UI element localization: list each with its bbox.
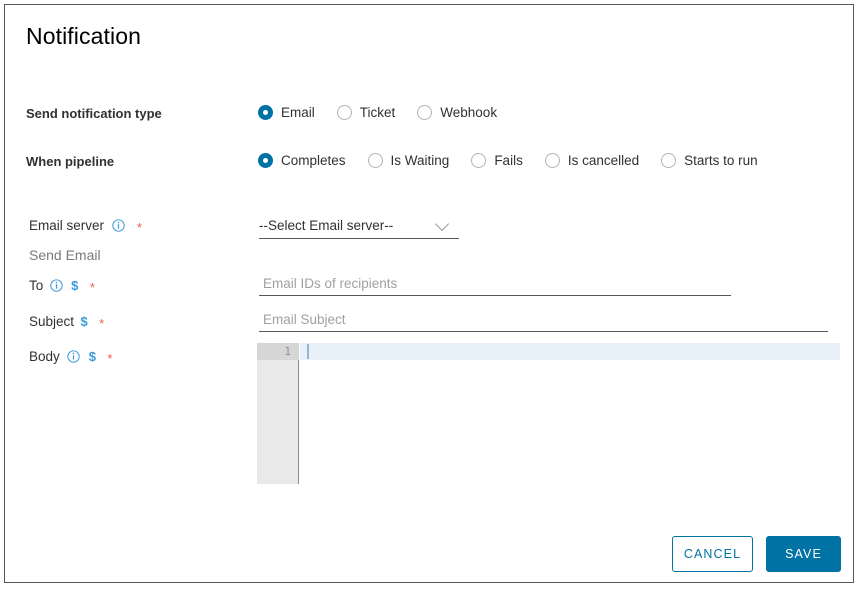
notification-type-radio-group[interactable]: Email Ticket Webhook xyxy=(258,105,497,120)
radio-label: Webhook xyxy=(440,105,498,120)
radio-starts-to-run[interactable]: Starts to run xyxy=(661,153,758,168)
body-label-group: Body $ * xyxy=(29,348,112,368)
radio-dot-icon xyxy=(417,105,433,120)
info-circle-icon[interactable] xyxy=(67,350,80,368)
radio-dot-icon xyxy=(336,105,352,120)
body-code-editor[interactable]: 1 xyxy=(257,343,840,484)
radio-label: Completes xyxy=(281,153,346,168)
editor-gutter: 1 xyxy=(257,343,299,484)
variable-marker[interactable]: $ xyxy=(71,278,78,293)
notification-dialog: Notification Send notification type Emai… xyxy=(4,4,854,583)
radio-dot-icon xyxy=(367,153,383,168)
editor-line-number: 1 xyxy=(284,345,291,358)
email-server-label-group: Email server * xyxy=(29,217,142,237)
page-title: Notification xyxy=(26,23,141,49)
email-server-label: Email server xyxy=(29,218,105,233)
subject-label-group: Subject $ * xyxy=(29,313,104,331)
when-pipeline-label: When pipeline xyxy=(26,154,115,169)
when-pipeline-radio-group[interactable]: Completes Is Waiting Fails Is cancelled … xyxy=(258,153,758,168)
notification-type-label: Send notification type xyxy=(26,106,162,121)
to-label-group: To $ * xyxy=(29,277,95,297)
variable-marker[interactable]: $ xyxy=(89,349,96,364)
radio-completes[interactable]: Completes xyxy=(258,153,346,168)
editor-text-caret xyxy=(307,344,309,359)
radio-webhook[interactable]: Webhook xyxy=(417,105,497,120)
required-marker: * xyxy=(89,280,95,295)
subject-input[interactable] xyxy=(259,310,828,332)
radio-label: Ticket xyxy=(359,105,396,120)
radio-email[interactable]: Email xyxy=(258,105,315,120)
required-marker: * xyxy=(136,220,142,235)
radio-dot-icon xyxy=(544,153,560,168)
to-input[interactable] xyxy=(259,274,731,296)
radio-is-waiting[interactable]: Is Waiting xyxy=(367,153,450,168)
radio-dot-icon xyxy=(661,153,677,168)
to-label: To xyxy=(29,278,44,293)
body-label: Body xyxy=(29,349,60,364)
radio-label: Is cancelled xyxy=(567,153,640,168)
send-email-section-label: Send Email xyxy=(29,247,101,263)
radio-label: Starts to run xyxy=(684,153,758,168)
editor-active-line-highlight xyxy=(300,343,840,360)
radio-dot-icon xyxy=(471,153,487,168)
subject-label: Subject xyxy=(29,314,75,329)
radio-is-cancelled[interactable]: Is cancelled xyxy=(544,153,640,168)
email-server-selected-value: --Select Email server-- xyxy=(259,218,394,233)
radio-dot-icon xyxy=(258,153,273,168)
info-circle-icon[interactable] xyxy=(112,219,126,237)
radio-label: Fails xyxy=(494,153,523,168)
info-circle-icon[interactable] xyxy=(50,279,63,297)
required-marker: * xyxy=(107,351,113,366)
radio-fails[interactable]: Fails xyxy=(471,153,523,168)
cancel-button[interactable]: CANCEL xyxy=(672,536,753,572)
email-server-select[interactable]: --Select Email server-- xyxy=(259,213,459,239)
radio-ticket[interactable]: Ticket xyxy=(336,105,396,120)
required-marker: * xyxy=(99,316,105,331)
radio-label: Email xyxy=(281,105,315,120)
variable-marker[interactable]: $ xyxy=(80,314,87,329)
save-button[interactable]: SAVE xyxy=(766,536,841,572)
radio-dot-icon xyxy=(258,105,273,120)
radio-label: Is Waiting xyxy=(390,153,450,168)
chevron-down-icon xyxy=(434,216,450,232)
